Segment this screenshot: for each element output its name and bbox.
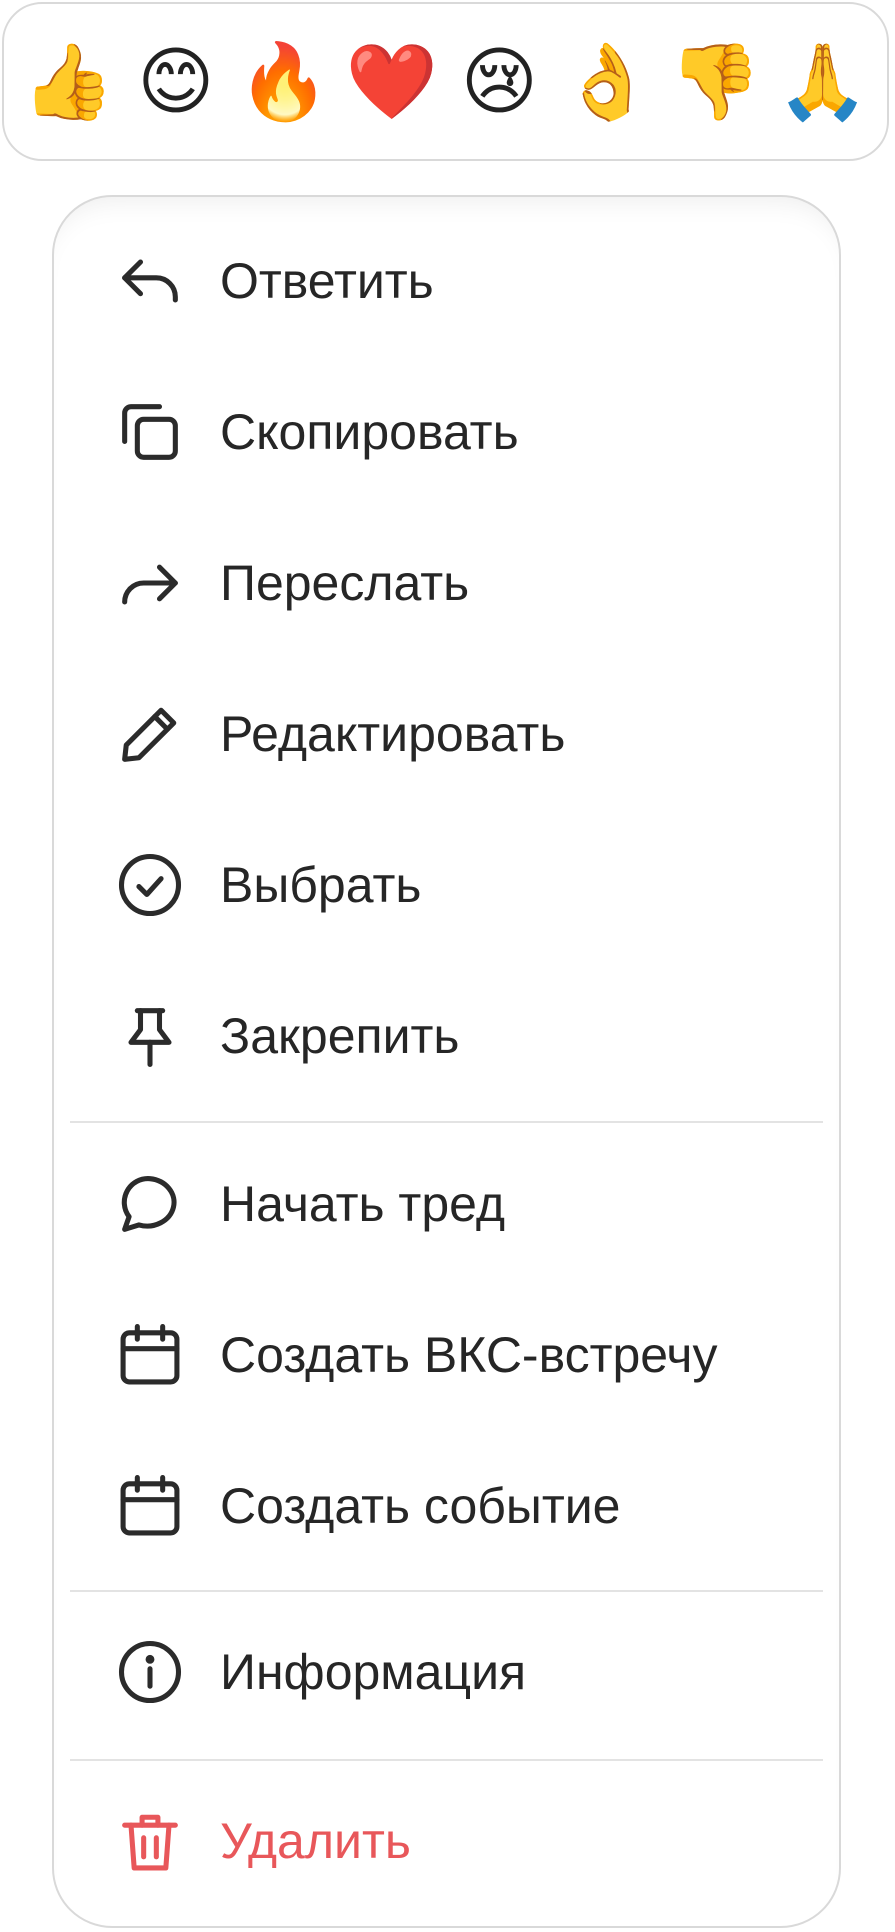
pray-reaction[interactable]: 🙏 — [777, 40, 869, 124]
menu-divider — [70, 1759, 823, 1761]
copy-icon — [112, 394, 188, 470]
fire-reaction[interactable]: 🔥 — [238, 40, 330, 124]
menu-item-label: Скопировать — [220, 404, 519, 460]
context-menu: Ответить Скопировать Переслать Редактиро… — [52, 195, 841, 1928]
calendar-icon — [112, 1468, 188, 1544]
reply-icon — [112, 243, 188, 319]
chat-bubble-icon — [112, 1166, 188, 1242]
check-circle-icon — [112, 847, 188, 923]
pencil-icon — [112, 696, 188, 772]
menu-item-pin[interactable]: Закрепить — [54, 961, 839, 1111]
menu-item-create-meeting[interactable]: Создать ВКС-встречу — [54, 1280, 839, 1430]
menu-item-label: Создать событие — [220, 1478, 621, 1534]
reaction-bar: 👍 😊 🔥 ❤️ 😢 👌 👎 🙏 — [2, 2, 889, 161]
menu-item-label: Закрепить — [220, 1008, 460, 1064]
thumbs-up-reaction[interactable]: 👍 — [22, 40, 114, 124]
menu-item-label: Ответить — [220, 253, 434, 309]
smile-reaction[interactable]: 😊 — [134, 40, 218, 124]
menu-item-start-thread[interactable]: Начать тред — [54, 1129, 839, 1279]
info-icon — [112, 1634, 188, 1710]
pin-icon — [112, 998, 188, 1074]
menu-item-create-event[interactable]: Создать событие — [54, 1431, 839, 1581]
menu-item-edit[interactable]: Редактировать — [54, 659, 839, 809]
menu-item-label: Выбрать — [220, 857, 422, 913]
menu-item-forward[interactable]: Переслать — [54, 508, 839, 658]
menu-item-label: Информация — [220, 1644, 527, 1700]
menu-item-reply[interactable]: Ответить — [54, 206, 839, 356]
menu-item-delete[interactable]: Удалить — [54, 1766, 839, 1916]
menu-item-label: Удалить — [220, 1813, 411, 1869]
menu-divider — [70, 1590, 823, 1592]
menu-divider — [70, 1121, 823, 1123]
thumbs-down-reaction[interactable]: 👎 — [669, 40, 761, 124]
forward-icon — [112, 545, 188, 621]
menu-item-label: Редактировать — [220, 706, 566, 762]
heart-reaction[interactable]: ❤️ — [345, 40, 437, 124]
menu-item-label: Переслать — [220, 555, 470, 611]
ok-hand-reaction[interactable]: 👌 — [561, 40, 653, 124]
cry-reaction[interactable]: 😢 — [457, 40, 541, 124]
menu-item-label: Создать ВКС-встречу — [220, 1327, 718, 1383]
menu-item-info[interactable]: Информация — [54, 1597, 839, 1747]
menu-item-copy[interactable]: Скопировать — [54, 357, 839, 507]
trash-icon — [112, 1803, 188, 1879]
menu-item-select[interactable]: Выбрать — [54, 810, 839, 960]
calendar-icon — [112, 1317, 188, 1393]
menu-item-label: Начать тред — [220, 1176, 506, 1232]
